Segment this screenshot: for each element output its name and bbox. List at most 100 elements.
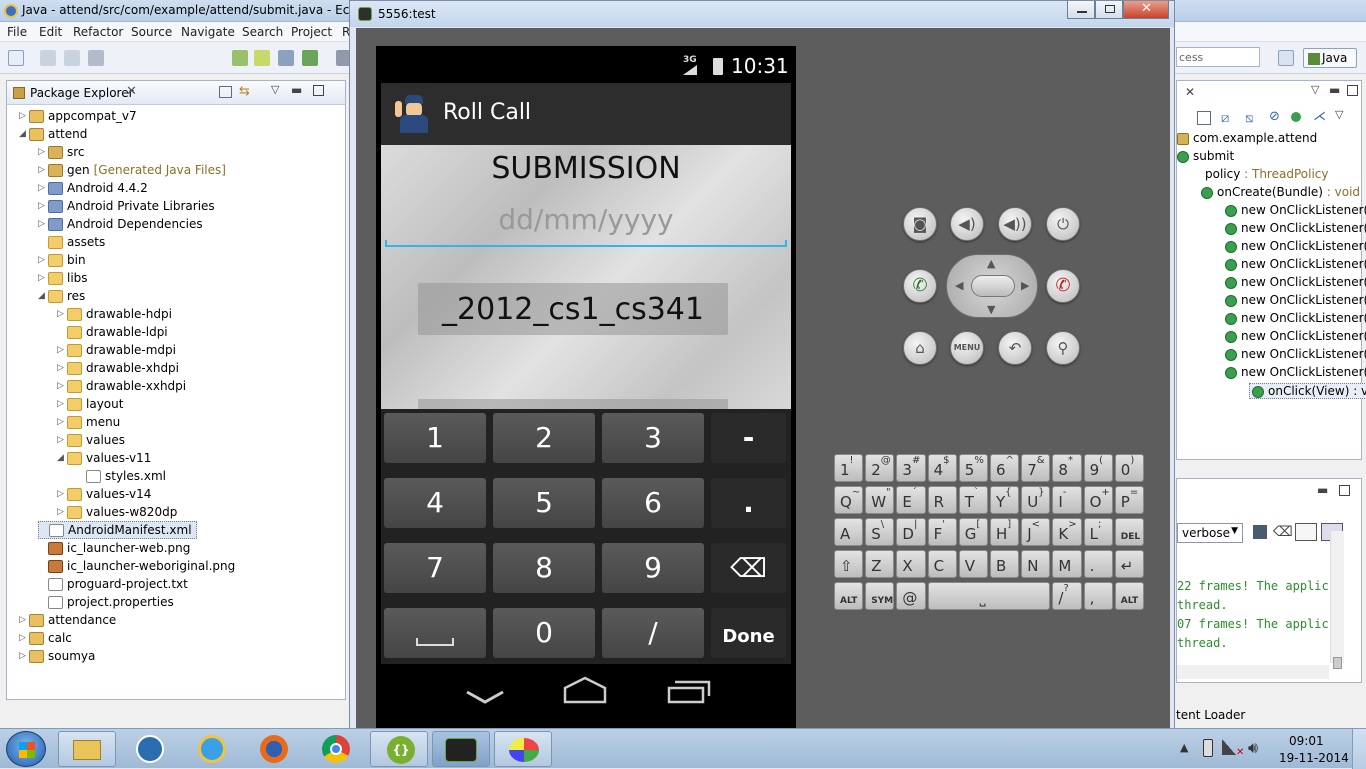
tree-item[interactable]: ▷ appcompat_v7 <box>19 107 137 125</box>
show-desktop-button[interactable] <box>1352 729 1366 769</box>
expanded-arrow-icon[interactable]: ◢ <box>57 453 67 463</box>
taskbar-ie[interactable] <box>182 731 240 767</box>
save-log-icon[interactable] <box>1253 525 1267 539</box>
minimize-icon[interactable]: ▬ <box>1329 83 1340 97</box>
dpad-center[interactable] <box>971 275 1015 297</box>
hw-key[interactable]: ALT <box>1114 582 1144 610</box>
clear-log-icon[interactable]: ⌫ <box>1273 524 1293 540</box>
collapsed-arrow-icon[interactable]: ▷ <box>38 147 48 157</box>
hw-key[interactable]: O+ <box>1083 486 1113 514</box>
key-4[interactable]: 4 <box>384 478 486 528</box>
hide-local-types-icon[interactable]: ⋌ <box>1313 109 1326 124</box>
save-icon[interactable] <box>40 50 56 66</box>
hw-key[interactable]: A <box>834 518 864 546</box>
close-tab-icon[interactable]: ✕ <box>126 84 137 99</box>
new-icon[interactable] <box>8 50 24 66</box>
open-perspective-icon[interactable] <box>1278 50 1294 66</box>
maximize-icon[interactable] <box>1339 485 1350 496</box>
key-8[interactable]: 8 <box>493 543 595 593</box>
outline-item[interactable]: new OnClickListener() {... <box>1225 293 1366 307</box>
java-perspective-button[interactable]: Java <box>1303 48 1357 68</box>
minimize-icon[interactable]: ▬ <box>1317 483 1328 497</box>
dpad-left-icon[interactable]: ◀ <box>955 279 963 292</box>
outline-item[interactable]: new OnClickListener() {... <box>1225 365 1366 379</box>
hw-key[interactable]: I- <box>1052 486 1082 514</box>
volume-icon[interactable]: 🔊︎ <box>1248 738 1258 758</box>
sort-icon[interactable]: ⧄ <box>1221 111 1229 126</box>
battery-icon[interactable] <box>1203 739 1213 757</box>
hide-fields-icon[interactable]: ⧅ <box>1245 111 1253 126</box>
power-button[interactable]: ⏻ <box>1046 207 1080 241</box>
horizontal-scrollbar[interactable] <box>1177 665 1329 679</box>
hw-key[interactable]: K> <box>1052 518 1082 546</box>
home-icon[interactable] <box>561 676 609 704</box>
taskbar-eclipse[interactable]: {} <box>370 731 428 767</box>
hw-key[interactable]: C <box>927 550 957 578</box>
hw-key[interactable]: 0) <box>1114 454 1144 482</box>
hw-key[interactable]: R <box>927 486 957 514</box>
hw-key[interactable]: @ <box>896 582 926 610</box>
hw-key[interactable]: U} <box>1021 486 1051 514</box>
menu-file[interactable]: File <box>7 25 27 39</box>
outline-item[interactable]: onClick(View) : void <box>1249 383 1366 399</box>
tree-item[interactable]: ic_launcher-weboriginal.png <box>38 557 235 575</box>
hw-key[interactable]: ALT <box>834 582 864 610</box>
outline-item[interactable]: new OnClickListener() {... <box>1225 275 1366 289</box>
volume-up-button[interactable]: ◀)) <box>998 207 1032 241</box>
tree-item[interactable]: ▷ Android Dependencies <box>38 215 203 233</box>
hide-nonpublic-icon[interactable] <box>1291 112 1301 122</box>
close-button[interactable]: ✕ <box>1123 1 1169 19</box>
log-level-select[interactable]: verbose ▼ <box>1177 523 1243 543</box>
hw-key[interactable]: L; <box>1083 518 1113 546</box>
tree-item[interactable]: ▷ values-v14 <box>57 485 151 503</box>
lint-icon[interactable] <box>278 50 294 66</box>
key-backspace[interactable]: ⌫ <box>711 543 786 593</box>
menu-navigate[interactable]: Navigate <box>181 25 235 39</box>
tree-item[interactable]: assets <box>38 233 105 251</box>
outline-item[interactable]: new OnClickListener() {... <box>1225 347 1366 361</box>
taskbar-chrome[interactable] <box>306 731 364 767</box>
tree-item[interactable]: ▷ drawable-xxhdpi <box>57 377 186 395</box>
collapsed-arrow-icon[interactable]: ▷ <box>19 615 29 625</box>
hw-key[interactable]: 1! <box>834 454 864 482</box>
tree-item[interactable]: ◢ attend <box>19 125 87 143</box>
collapsed-arrow-icon[interactable]: ▷ <box>57 417 67 427</box>
taskbar-paint[interactable] <box>494 731 552 767</box>
hw-key[interactable]: 7& <box>1021 454 1051 482</box>
tree-item[interactable]: AndroidManifest.xml <box>38 521 197 539</box>
recent-apps-icon[interactable] <box>667 678 713 704</box>
link-with-editor-icon[interactable]: ⇆ <box>239 84 250 99</box>
outline-item[interactable]: new OnClickListener() {... <box>1225 203 1366 217</box>
collapsed-arrow-icon[interactable]: ▷ <box>38 255 48 265</box>
hw-key[interactable]: N <box>1021 550 1051 578</box>
call-button[interactable]: ✆ <box>903 269 937 303</box>
dpad[interactable]: ▲ ▼ ◀ ▶ <box>946 254 1038 318</box>
collapsed-arrow-icon[interactable]: ▷ <box>38 219 48 229</box>
toggle-filter-icon[interactable] <box>1295 523 1317 541</box>
hw-key[interactable]: Z <box>865 550 895 578</box>
start-button[interactable] <box>6 731 46 767</box>
tree-item[interactable]: ◢ res <box>38 287 85 305</box>
menu-refactor[interactable]: Refactor <box>73 25 123 39</box>
hw-key[interactable]: D| <box>896 518 926 546</box>
partial-button[interactable] <box>418 399 728 409</box>
end-call-button[interactable]: ✆ <box>1046 269 1080 303</box>
camera-button[interactable]: ◙ <box>903 207 937 241</box>
tree-item[interactable]: ▷ Android 4.4.2 <box>38 179 148 197</box>
quick-access-field[interactable]: cess <box>1176 47 1260 67</box>
expanded-arrow-icon[interactable]: ◢ <box>38 291 48 301</box>
hw-key[interactable]: J< <box>1021 518 1051 546</box>
hw-key[interactable]: T` <box>958 486 988 514</box>
tree-item[interactable]: project.properties <box>38 593 174 611</box>
collapsed-arrow-icon[interactable]: ▷ <box>19 651 29 661</box>
minimize-button[interactable] <box>1067 1 1095 19</box>
scrollbar-thumb[interactable] <box>1333 657 1342 669</box>
show-hidden-icons[interactable]: ▲ <box>1180 741 1188 754</box>
outline-item[interactable]: new OnClickListener() {... <box>1225 221 1366 235</box>
android-sdk-icon[interactable] <box>232 50 248 66</box>
hw-key-space[interactable]: ⎵ <box>927 582 1051 610</box>
hw-key[interactable]: 3# <box>896 454 926 482</box>
course-button[interactable]: _2012_cs1_cs341 <box>418 283 728 335</box>
maximize-icon[interactable] <box>1347 85 1358 96</box>
key-3[interactable]: 3 <box>602 413 704 463</box>
